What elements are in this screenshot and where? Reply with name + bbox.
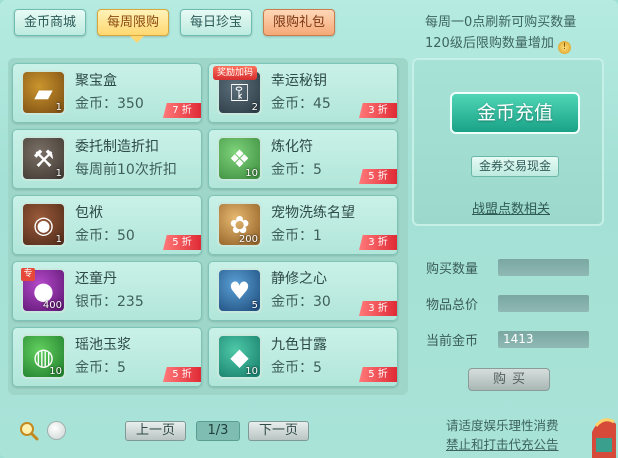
item-name: 包袱 xyxy=(75,205,103,221)
coins-label: 当前金币 xyxy=(426,334,479,349)
dew-icon: ◆ 10 xyxy=(217,334,262,379)
discount-tag: 5 折 xyxy=(359,169,397,184)
magnifier-icon[interactable] xyxy=(19,421,39,441)
tab-limited-gift[interactable]: 限购礼包 xyxy=(263,9,336,36)
item-count: 5 xyxy=(251,300,258,311)
item-glyph: ♥ xyxy=(228,276,251,305)
tab-bar: 金币商城 每周限购 每日珍宝 限购礼包 xyxy=(14,9,336,36)
item-name: 幸运秘钥 xyxy=(271,73,327,89)
item-glyph: ⚿ xyxy=(230,78,249,107)
exclusive-badge: 专 xyxy=(21,268,35,281)
refresh-note: 每周一0点刷新可购买数量 120级后限购数量增加 ! xyxy=(425,12,576,54)
item-card[interactable]: ◆ 10 九色甘露金币：5 5 折 xyxy=(208,327,398,387)
coins-field: 1413 xyxy=(498,331,589,348)
active-tab-pointer xyxy=(130,36,144,43)
bonus-badge: 奖励加码 xyxy=(213,66,258,80)
item-count: 10 xyxy=(245,168,258,179)
discount-tag: 5 折 xyxy=(163,235,201,250)
corner-decoration-icon xyxy=(592,418,616,458)
prev-page-button[interactable]: 上一页 xyxy=(125,421,187,441)
item-card[interactable]: ⚿ 2 奖励加码 幸运秘钥金币：45 3 折 xyxy=(208,63,398,123)
discount-tag: 7 折 xyxy=(163,103,201,118)
item-price: 银币：235 xyxy=(75,294,144,310)
item-price: 金币：1 xyxy=(271,228,322,244)
item-card[interactable]: ♥ 5 静修之心金币：30 3 折 xyxy=(208,261,398,321)
item-count: 200 xyxy=(238,234,258,245)
item-count: 10 xyxy=(245,366,258,377)
notice-moderate-spending: 请适度娱乐理性消费 xyxy=(446,418,559,433)
item-count: 1 xyxy=(55,234,62,245)
refresh-note-line1: 每周一0点刷新可购买数量 xyxy=(425,15,577,30)
item-card[interactable]: ❖ 10 炼化符金币：5 5 折 xyxy=(208,129,398,189)
purchase-panel: 金币充值 金券交易现金 战盟点数相关 购买数量 物品总价 当前金币 1413 购… xyxy=(412,58,604,395)
anti-proxy-notice-link[interactable]: 禁止和打击代充公告 xyxy=(446,434,559,453)
item-name: 聚宝盒 xyxy=(75,73,117,89)
item-glyph: ⚒ xyxy=(32,144,55,173)
qty-field[interactable] xyxy=(498,259,589,276)
item-card[interactable]: ✿ 200 宠物洗练名望 金币：1 3 折 xyxy=(208,195,398,255)
pet-paw-icon: ✿ 200 xyxy=(217,202,262,247)
discount-tag: 3 折 xyxy=(359,103,397,118)
coupon-trade-button[interactable]: 金券交易现金 xyxy=(471,156,559,177)
item-count: 2 xyxy=(251,102,258,113)
recharge-area: 金币充值 金券交易现金 战盟点数相关 xyxy=(412,58,604,226)
item-name: 静修之心 xyxy=(271,271,327,287)
item-name: 还童丹 xyxy=(75,271,117,287)
alliance-points-link[interactable]: 战盟点数相关 xyxy=(472,198,550,217)
discount-tag: 3 折 xyxy=(359,301,397,316)
bag-icon: ◉ 1 xyxy=(21,202,66,247)
total-label: 物品总价 xyxy=(426,298,479,313)
item-name: 炼化符 xyxy=(271,139,313,155)
item-price: 金币：5 xyxy=(271,360,322,376)
item-price: 金币：350 xyxy=(75,96,144,112)
refresh-note-line2: 120级后限购数量增加 xyxy=(425,36,554,51)
circle-toggle-icon[interactable] xyxy=(47,421,66,440)
heart-icon: ♥ 5 xyxy=(217,268,262,313)
item-price: 金币：5 xyxy=(271,162,322,178)
qty-label: 购买数量 xyxy=(426,262,479,277)
item-card[interactable]: ◍ 10 瑶池玉浆金币：5 5 折 xyxy=(12,327,202,387)
item-glyph: ◉ xyxy=(33,210,54,239)
item-price: 金币：50 xyxy=(75,228,135,244)
item-glyph: ▰ xyxy=(34,78,53,107)
tab-weekly-limited[interactable]: 每周限购 xyxy=(97,9,170,36)
gold-recharge-button[interactable]: 金币充值 xyxy=(450,92,580,134)
item-price: 每周前10次折扣 xyxy=(75,162,177,178)
discount-tag: 5 折 xyxy=(359,367,397,382)
item-count: 10 xyxy=(49,366,62,377)
item-card[interactable]: ⚒ 1 委托制造折扣每周前10次折扣 xyxy=(12,129,202,189)
discount-tag: 3 折 xyxy=(359,235,397,250)
item-card[interactable]: ▰ 1 聚宝盒金币：350 7 折 xyxy=(12,63,202,123)
tab-daily-treasure[interactable]: 每日珍宝 xyxy=(180,9,253,36)
page-indicator: 1/3 xyxy=(196,421,240,441)
hammer-icon: ⚒ 1 xyxy=(21,136,66,181)
buy-button[interactable]: 购买 xyxy=(468,368,550,391)
item-name: 委托制造折扣 xyxy=(75,139,159,155)
item-name: 九色甘露 xyxy=(271,337,327,353)
tab-gold-mall[interactable]: 金币商城 xyxy=(14,9,87,36)
item-name: 瑶池玉浆 xyxy=(75,337,131,353)
item-count: 400 xyxy=(42,300,62,311)
item-count: 1 xyxy=(55,168,62,179)
item-count: 1 xyxy=(55,102,62,113)
info-tip-icon[interactable]: ! xyxy=(557,41,571,54)
item-name: 宠物洗练名望 xyxy=(271,205,355,221)
item-card[interactable]: ● 400 专还童丹 银币：235 xyxy=(12,261,202,321)
total-field xyxy=(498,295,589,312)
item-price: 金币：45 xyxy=(271,96,331,112)
treasure-box-icon: ▰ 1 xyxy=(21,70,66,115)
item-price: 金币：30 xyxy=(271,294,331,310)
next-page-button[interactable]: 下一页 xyxy=(248,421,310,441)
item-card[interactable]: ◉ 1 包袱金币：50 5 折 xyxy=(12,195,202,255)
jade-potion-icon: ◍ 10 xyxy=(21,334,66,379)
item-price: 金币：5 xyxy=(75,360,126,376)
discount-tag: 5 折 xyxy=(163,367,201,382)
talisman-icon: ❖ 10 xyxy=(217,136,262,181)
